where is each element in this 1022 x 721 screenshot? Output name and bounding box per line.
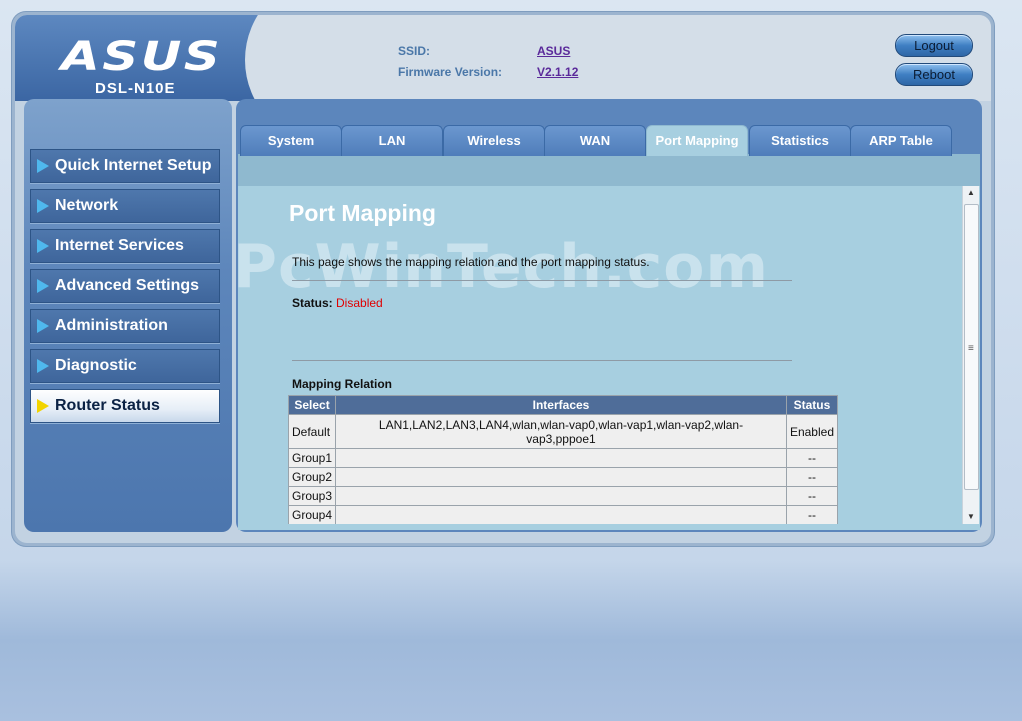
row-status-cell: -- [786,506,837,524]
vertical-scrollbar[interactable]: ▲ ≡ ▼ [962,186,979,524]
sidebar-item-label: Quick Internet Setup [55,157,212,174]
sidebar-item-label: Administration [55,317,168,334]
ssid-link[interactable]: ASUS [537,44,570,58]
sidebar-item-label: Diagnostic [55,357,137,374]
tab-statistics[interactable]: Statistics [749,125,851,156]
firmware-label: Firmware Version: [398,65,503,79]
firmware-link[interactable]: V2.1.12 [537,65,578,79]
divider [292,360,792,361]
row-interfaces-cell: LAN1,LAN2,LAN3,LAN4,wlan,wlan-vap0,wlan-… [336,415,786,448]
scroll-down-icon[interactable]: ▼ [963,510,979,524]
table-row[interactable]: Group2 -- [289,468,837,486]
row-select-cell[interactable]: Group2 [289,468,336,486]
row-interfaces-cell [336,487,786,505]
model-name: DSL-N10E [95,80,176,97]
divider [292,280,792,281]
col-header-status: Status [786,396,837,414]
table-row[interactable]: Group3 -- [289,487,837,505]
sidebar-item-quick-internet-setup[interactable]: Quick Internet Setup [30,149,220,183]
ssid-label: SSID: [398,44,431,58]
sidebar-item-network[interactable]: Network [30,189,220,223]
play-arrow-icon [37,159,49,173]
play-arrow-icon [37,279,49,293]
sidebar-item-administration[interactable]: Administration [30,309,220,343]
sidebar-item-label: Router Status [55,397,160,414]
row-interfaces-cell [336,449,786,467]
scroll-thumb[interactable]: ≡ [964,204,979,490]
mapping-table: Select Interfaces Status Default LAN1,LA… [288,395,838,524]
status-line: Status: Disabled [292,296,383,310]
col-header-interfaces: Interfaces [336,396,786,414]
col-header-select: Select [289,396,336,414]
row-status-cell: -- [786,487,837,505]
table-row[interactable]: Group1 -- [289,449,837,467]
tab-wan[interactable]: WAN [544,125,646,156]
row-select-cell[interactable]: Default [289,415,336,448]
row-select-cell[interactable]: Group3 [289,487,336,505]
row-select-cell[interactable]: Group1 [289,449,336,467]
tab-wireless[interactable]: Wireless [443,125,545,156]
play-arrow-icon [37,319,49,333]
logout-button[interactable]: Logout [895,34,973,57]
row-status-cell: -- [786,468,837,486]
table-row[interactable]: Group4 -- [289,506,837,524]
page-description: This page shows the mapping relation and… [292,255,650,269]
sidebar-item-advanced-settings[interactable]: Advanced Settings [30,269,220,303]
tab-port-mapping[interactable]: Port Mapping [646,125,748,156]
sidebar-item-label: Network [55,197,119,214]
tab-system[interactable]: System [240,125,342,156]
row-interfaces-cell [336,506,786,524]
tab-strip [238,154,980,186]
mapping-table-wrap: Select Interfaces Status Default LAN1,LA… [288,395,838,524]
sidebar-item-internet-services[interactable]: Internet Services [30,229,220,263]
tab-arp-table[interactable]: ARP Table [850,125,952,156]
play-arrow-icon [37,359,49,373]
sidebar-item-label: Internet Services [55,237,184,254]
sidebar-item-label: Advanced Settings [55,277,200,294]
asus-logo: ASUS [61,34,223,80]
play-arrow-icon [37,199,49,213]
table-row[interactable]: Default LAN1,LAN2,LAN3,LAN4,wlan,wlan-va… [289,415,837,448]
play-arrow-icon [37,239,49,253]
play-arrow-icon [37,399,49,413]
scroll-up-icon[interactable]: ▲ [963,186,979,200]
row-status-cell: Enabled [786,415,837,448]
sidebar-item-diagnostic[interactable]: Diagnostic [30,349,220,383]
row-select-cell[interactable]: Group4 [289,506,336,524]
page-title: Port Mapping [289,200,436,226]
status-value: Disabled [336,296,383,310]
row-interfaces-cell [336,468,786,486]
status-label: Status: [292,296,333,310]
reboot-button[interactable]: Reboot [895,63,973,86]
row-status-cell: -- [786,449,837,467]
mapping-relation-title: Mapping Relation [292,377,392,391]
logo-block: ASUS DSL-N10E [15,15,315,101]
sidebar-item-router-status[interactable]: Router Status [30,389,220,423]
grip-icon: ≡ [968,343,974,354]
table-header-row: Select Interfaces Status [289,396,837,414]
tab-lan[interactable]: LAN [341,125,443,156]
